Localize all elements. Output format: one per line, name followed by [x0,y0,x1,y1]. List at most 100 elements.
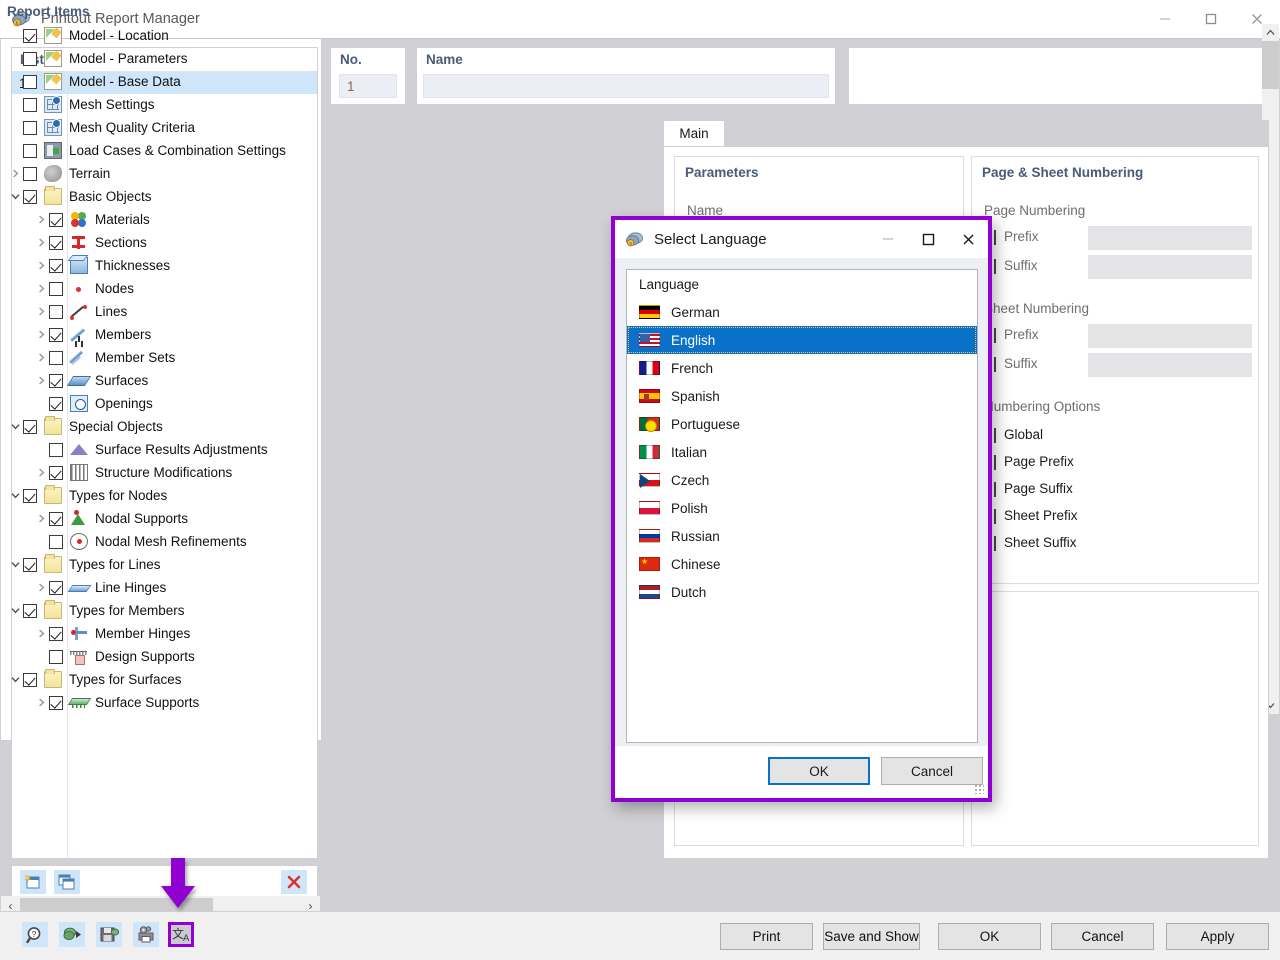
tree-item[interactable]: Members [1,323,303,346]
tree-item[interactable]: Types for Lines [1,553,303,576]
tree-item-checkbox[interactable] [49,627,63,641]
language-item[interactable]: Russian [627,522,977,550]
tree-item[interactable]: Design Supports [1,645,303,668]
chevron-down-icon[interactable] [7,185,23,208]
chevron-right-icon[interactable] [33,622,49,645]
chevron-right-icon[interactable] [33,208,49,231]
tree-item[interactable]: Types for Nodes [1,484,303,507]
tree-item-checkbox[interactable] [49,374,63,388]
translate-icon[interactable]: 文 A [168,922,194,947]
chevron-right-icon[interactable] [33,461,49,484]
tree-item[interactable]: Structure Modifications [1,461,303,484]
page-prefix-input[interactable] [1088,226,1252,250]
tree-item[interactable]: Surface Results Adjustments [1,438,303,461]
chevron-down-icon[interactable] [7,553,23,576]
chevron-right-icon[interactable] [33,369,49,392]
tree-item[interactable]: Special Objects [1,415,303,438]
ok-button[interactable]: OK [938,923,1041,950]
tree-item[interactable]: Terrain [1,162,303,185]
dialog-minimize-button[interactable] [868,220,908,258]
tree-item-checkbox[interactable] [23,144,37,158]
tree-item[interactable]: Basic Objects [1,185,303,208]
tree-item-checkbox[interactable] [49,696,63,710]
save-icon[interactable] [96,922,122,947]
language-item[interactable]: Portuguese [627,410,977,438]
tree-item[interactable]: Types for Members [1,599,303,622]
language-item[interactable]: Polish [627,494,977,522]
tree-item-checkbox[interactable] [23,121,37,135]
language-item[interactable]: Dutch [627,578,977,606]
tree-item[interactable]: Member Hinges [1,622,303,645]
chevron-down-icon[interactable] [7,599,23,622]
tree-item-checkbox[interactable] [49,213,63,227]
tree-item-checkbox[interactable] [23,98,37,112]
page-suffix-input[interactable] [1088,255,1252,279]
chevron-down-icon[interactable] [7,484,23,507]
help-icon[interactable]: ? [22,922,48,947]
tree-item[interactable]: Model - Parameters [1,47,303,70]
tree-item-checkbox[interactable] [23,167,37,181]
tree-item-checkbox[interactable] [49,535,63,549]
tree-item[interactable]: Nodes [1,277,303,300]
tree-scroll-thumb[interactable] [1262,41,1279,89]
dialog-ok-button[interactable]: OK [768,757,870,785]
tree-item-checkbox[interactable] [23,52,37,66]
tree-item[interactable]: Lines [1,300,303,323]
chevron-right-icon[interactable] [33,346,49,369]
tree-item-checkbox[interactable] [23,190,37,204]
delete-report-button[interactable] [281,870,307,894]
apply-button[interactable]: Apply [1166,923,1269,950]
tab-main[interactable]: Main [663,120,725,146]
tree-item[interactable]: Member Sets [1,346,303,369]
copy-report-icon[interactable] [54,870,80,894]
tree-item[interactable]: Model - Base Data [1,70,303,93]
dialog-cancel-button[interactable]: Cancel [881,757,983,785]
chevron-right-icon[interactable] [33,507,49,530]
name-input[interactable] [423,74,829,98]
language-item[interactable]: Chinese [627,550,977,578]
chevron-right-icon[interactable] [33,254,49,277]
tree-item-checkbox[interactable] [49,443,63,457]
maximize-button[interactable] [1188,0,1234,39]
language-item[interactable]: English [627,326,977,354]
chevron-right-icon[interactable] [33,691,49,714]
tree-item-checkbox[interactable] [49,305,63,319]
tree-item-checkbox[interactable] [49,512,63,526]
tree-item-checkbox[interactable] [49,282,63,296]
print-button[interactable]: Print [720,923,813,950]
language-item[interactable]: French [627,354,977,382]
tree-item-checkbox[interactable] [49,236,63,250]
dialog-maximize-button[interactable] [908,220,948,258]
tree-item[interactable]: Mesh Quality Criteria [1,116,303,139]
tree-item[interactable]: Mesh Settings [1,93,303,116]
chevron-right-icon[interactable] [33,277,49,300]
dialog-resize-grip[interactable] [974,784,984,794]
tree-item[interactable]: Sections [1,231,303,254]
tree-item-checkbox[interactable] [49,328,63,342]
tree-item[interactable]: Thicknesses [1,254,303,277]
tree-item-checkbox[interactable] [23,420,37,434]
chevron-down-icon[interactable] [7,415,23,438]
tree-item[interactable]: Load Cases & Combination Settings [1,139,303,162]
tree-item[interactable]: Model - Location [1,24,303,47]
dialog-close-button[interactable] [948,220,988,258]
tree-item-checkbox[interactable] [23,489,37,503]
chevron-right-icon[interactable] [33,576,49,599]
chevron-right-icon[interactable] [33,231,49,254]
print-settings-icon[interactable] [133,922,159,947]
export-icon[interactable] [59,922,85,947]
minimize-button[interactable] [1142,0,1188,39]
tree-item-checkbox[interactable] [49,650,63,664]
tree-item-checkbox[interactable] [23,604,37,618]
tree-item[interactable]: Openings [1,392,303,415]
tree-item[interactable]: Surface Supports [1,691,303,714]
tree-item-checkbox[interactable] [49,259,63,273]
tree-item-checkbox[interactable] [49,351,63,365]
report-items-tree[interactable]: Model - LocationModel - ParametersModel … [1,24,303,714]
tree-item-checkbox[interactable] [23,673,37,687]
scroll-up-icon[interactable] [1262,24,1279,41]
tree-item[interactable]: Types for Surfaces [1,668,303,691]
tree-item-checkbox[interactable] [23,558,37,572]
chevron-right-icon[interactable] [7,162,23,185]
tree-item[interactable]: Materials [1,208,303,231]
